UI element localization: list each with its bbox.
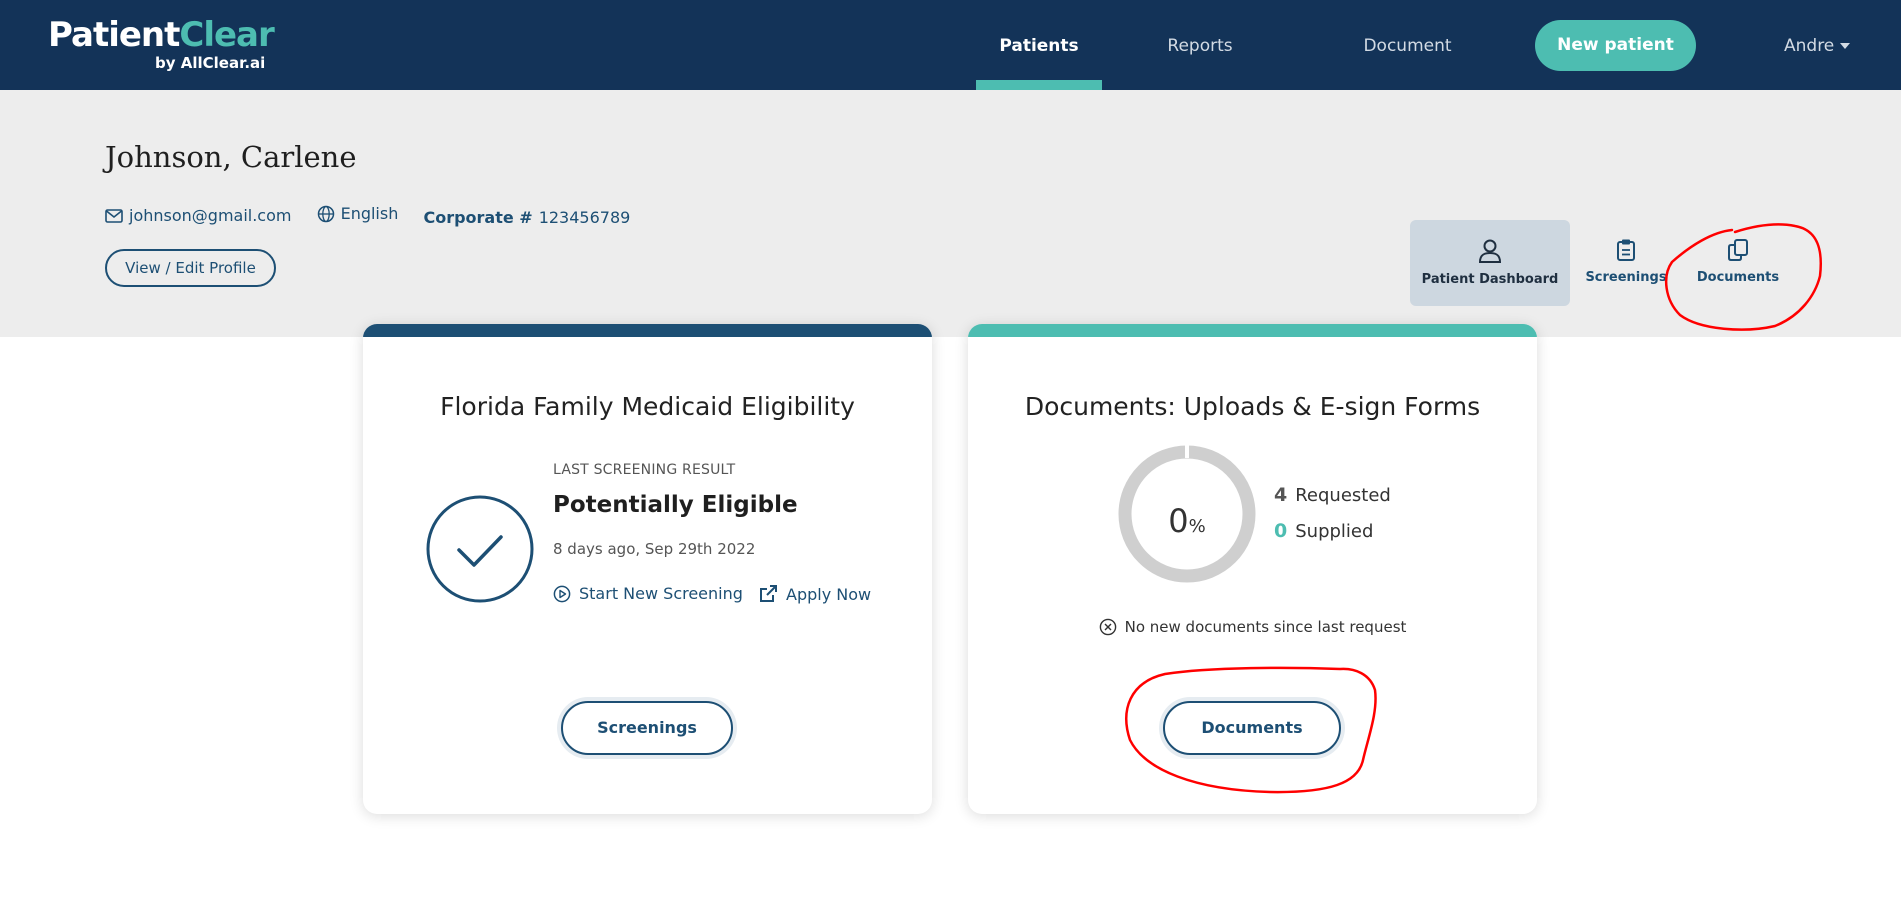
document-progress-value: 0% — [1117, 502, 1257, 540]
top-navbar: PatientClear by AllClear.ai Patients Rep… — [0, 0, 1901, 148]
tab-patient-dashboard-label: Patient Dashboard — [1421, 272, 1559, 287]
corporate-label: Corporate # — [423, 207, 533, 227]
tab-patient-dashboard[interactable]: Patient Dashboard — [1410, 220, 1570, 306]
patient-language: English — [317, 204, 399, 223]
person-icon — [1478, 239, 1502, 263]
progress-percent-sign: % — [1188, 516, 1206, 537]
tab-screenings-label: Screenings — [1585, 270, 1667, 285]
logo-primary: Patient — [48, 15, 180, 55]
logo-subtitle: by AllClear.ai — [155, 54, 266, 72]
play-circle-icon — [553, 585, 571, 602]
progress-number: 0 — [1168, 502, 1189, 540]
active-nav-indicator — [976, 80, 1102, 90]
new-patient-button[interactable]: New patient — [1535, 20, 1696, 71]
supplied-label: Supplied — [1295, 521, 1374, 542]
external-link-icon — [760, 585, 777, 602]
nav-document-requests[interactable]: Document Requests — [1325, 0, 1490, 148]
last-screening-label: LAST SCREENING RESULT — [553, 462, 736, 478]
documents-card: Documents: Uploads & E-sign Forms 0% 4 Re… — [968, 324, 1537, 814]
check-circle-icon — [426, 495, 534, 603]
patient-email-text: johnson@gmail.com — [129, 206, 292, 225]
screenings-button[interactable]: Screenings — [561, 701, 733, 755]
requested-label: Requested — [1295, 485, 1391, 506]
patient-email[interactable]: johnson@gmail.com — [105, 206, 291, 225]
tab-documents-label: Documents — [1696, 270, 1780, 285]
globe-icon — [317, 205, 334, 222]
nav-reports-label: Reports — [1167, 36, 1233, 56]
copy-documents-icon — [1728, 239, 1748, 261]
clipboard-icon — [1617, 239, 1635, 261]
x-circle-icon — [1099, 618, 1116, 636]
user-name: Andre — [1784, 36, 1835, 56]
apply-now-link[interactable]: Apply Now — [758, 584, 871, 604]
documents-card-title: Documents: Uploads & E-sign Forms — [1024, 392, 1481, 421]
eligibility-card-title: Florida Family Medicaid Eligibility — [440, 392, 855, 421]
patient-language-text: English — [340, 204, 399, 223]
nav-patients-label: Patients — [999, 36, 1079, 56]
requested-count-row: 4 Requested — [1274, 484, 1391, 506]
supplied-count-row: 0 Supplied — [1274, 520, 1373, 542]
screening-result: Potentially Eligible — [553, 492, 798, 518]
patient-meta: johnson@gmail.com English Corporate # 12… — [105, 204, 650, 227]
patient-corporate-number: Corporate # 123456789 — [423, 208, 630, 227]
documents-status: No new documents since last request — [968, 618, 1537, 636]
documents-status-text: No new documents since last request — [1124, 618, 1407, 636]
nav-patients[interactable]: Patients — [976, 0, 1102, 90]
requested-count: 4 — [1274, 484, 1288, 506]
envelope-icon — [105, 208, 123, 223]
user-menu[interactable]: Andre — [1784, 0, 1851, 90]
supplied-count: 0 — [1274, 520, 1288, 542]
apply-now-label: Apply Now — [786, 584, 872, 604]
caret-down-icon — [1840, 43, 1851, 49]
nav-reports[interactable]: Reports — [1160, 0, 1240, 90]
patient-name: Johnson, Carlene — [105, 140, 357, 174]
view-edit-profile-button[interactable]: View / Edit Profile — [105, 249, 276, 287]
tab-documents[interactable]: Documents — [1690, 220, 1786, 306]
patientclear-logo[interactable]: PatientClear by AllClear.ai — [48, 15, 275, 72]
card-accent-bar — [363, 324, 932, 337]
card-accent-bar — [968, 324, 1537, 337]
start-new-screening-link[interactable]: Start New Screening — [553, 584, 743, 603]
eligibility-card: Florida Family Medicaid Eligibility LAST… — [363, 324, 932, 814]
tab-screenings[interactable]: Screenings — [1582, 220, 1670, 306]
start-new-screening-label: Start New Screening — [579, 584, 743, 603]
screening-date: 8 days ago, Sep 29th 2022 — [553, 540, 756, 558]
corporate-value: 123456789 — [538, 207, 631, 227]
documents-button[interactable]: Documents — [1163, 701, 1341, 755]
logo-accent: Clear — [179, 15, 274, 55]
